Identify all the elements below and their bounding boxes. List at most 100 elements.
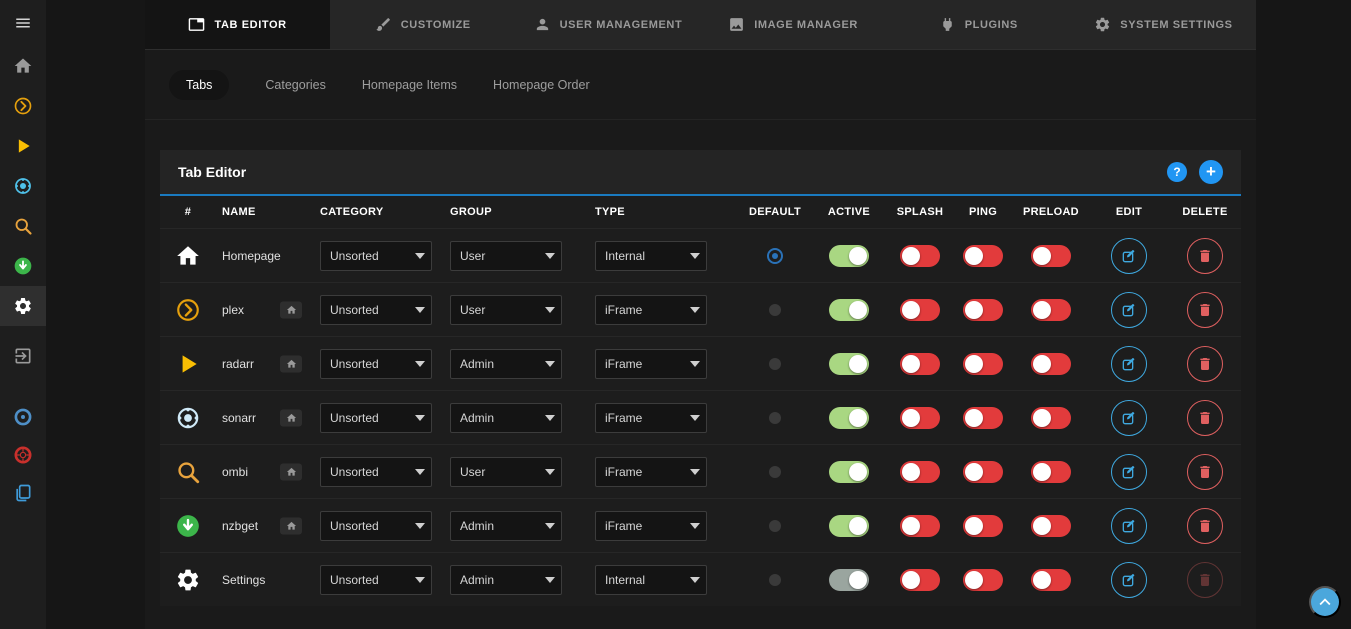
preload-toggle[interactable]	[1031, 299, 1071, 321]
delete-button[interactable]	[1187, 400, 1223, 436]
type-select[interactable]: iFrame	[595, 403, 707, 433]
subnav-tabs[interactable]: Tabs	[169, 70, 229, 100]
active-toggle[interactable]	[829, 299, 869, 321]
subnav-categories[interactable]: Categories	[265, 70, 325, 100]
active-toggle[interactable]	[829, 461, 869, 483]
group-select[interactable]: User	[450, 457, 562, 487]
delete-button[interactable]	[1187, 454, 1223, 490]
active-toggle[interactable]	[829, 569, 869, 591]
sidebar-item-settings[interactable]	[0, 286, 46, 326]
splash-toggle[interactable]	[900, 407, 940, 429]
splash-toggle[interactable]	[900, 515, 940, 537]
type-select[interactable]: Internal	[595, 565, 707, 595]
tab-tab-editor[interactable]: TAB EDITOR	[145, 0, 330, 49]
sidebar-item-support[interactable]	[0, 436, 46, 474]
edit-button[interactable]	[1111, 454, 1147, 490]
type-select[interactable]: iFrame	[595, 457, 707, 487]
group-select[interactable]: Admin	[450, 403, 562, 433]
sidebar-item-docs[interactable]	[0, 474, 46, 512]
sidebar-item-organizr[interactable]	[0, 398, 46, 436]
preload-toggle[interactable]	[1031, 461, 1071, 483]
group-select[interactable]: User	[450, 241, 562, 271]
active-toggle[interactable]	[829, 515, 869, 537]
preload-toggle[interactable]	[1031, 515, 1071, 537]
type-select[interactable]: iFrame	[595, 295, 707, 325]
tab-name: ombi	[222, 465, 248, 479]
ping-toggle[interactable]	[963, 461, 1003, 483]
group-select[interactable]: Admin	[450, 349, 562, 379]
delete-button[interactable]	[1187, 346, 1223, 382]
type-select[interactable]: iFrame	[595, 349, 707, 379]
active-cell	[810, 407, 888, 429]
default-radio[interactable]	[769, 412, 781, 424]
group-select[interactable]: Admin	[450, 565, 562, 595]
tab-customize[interactable]: CUSTOMIZE	[330, 0, 515, 49]
category-select[interactable]: Unsorted	[320, 457, 432, 487]
tab-user-management[interactable]: USER MANAGEMENT	[515, 0, 700, 49]
tab-system-settings[interactable]: SYSTEM SETTINGS	[1071, 0, 1256, 49]
subnav-homepage-order[interactable]: Homepage Order	[493, 70, 590, 100]
active-toggle[interactable]	[829, 353, 869, 375]
edit-button[interactable]	[1111, 238, 1147, 274]
ping-toggle[interactable]	[963, 407, 1003, 429]
menu-button[interactable]	[0, 0, 46, 46]
group-cell: User	[445, 457, 585, 487]
type-select[interactable]: Internal	[595, 241, 707, 271]
ping-toggle[interactable]	[963, 569, 1003, 591]
delete-button[interactable]	[1187, 238, 1223, 274]
category-select[interactable]: Unsorted	[320, 295, 432, 325]
edit-button[interactable]	[1111, 508, 1147, 544]
subnav-homepage-items[interactable]: Homepage Items	[362, 70, 457, 100]
ping-toggle[interactable]	[963, 353, 1003, 375]
category-select[interactable]: Unsorted	[320, 241, 432, 271]
delete-button[interactable]	[1187, 292, 1223, 328]
tab-image-manager[interactable]: IMAGE MANAGER	[701, 0, 886, 49]
splash-toggle[interactable]	[900, 461, 940, 483]
preload-toggle[interactable]	[1031, 353, 1071, 375]
category-select[interactable]: Unsorted	[320, 403, 432, 433]
sidebar-item-nzbget[interactable]	[0, 246, 46, 286]
edit-button[interactable]	[1111, 346, 1147, 382]
edit-button[interactable]	[1111, 292, 1147, 328]
sidebar-item-logout[interactable]	[0, 336, 46, 376]
home-icon	[286, 358, 297, 369]
splash-toggle[interactable]	[900, 245, 940, 267]
delete-button[interactable]	[1187, 508, 1223, 544]
group-select[interactable]: Admin	[450, 511, 562, 541]
sidebar-item-home[interactable]	[0, 46, 46, 86]
ping-toggle[interactable]	[963, 245, 1003, 267]
tab-plugins[interactable]: PLUGINS	[886, 0, 1071, 49]
group-select[interactable]: User	[450, 295, 562, 325]
default-radio[interactable]	[769, 520, 781, 532]
preload-toggle[interactable]	[1031, 569, 1071, 591]
ping-toggle[interactable]	[963, 515, 1003, 537]
help-button[interactable]: ?	[1167, 162, 1187, 182]
scroll-to-top-button[interactable]	[1309, 586, 1341, 618]
active-toggle[interactable]	[829, 407, 869, 429]
preload-toggle[interactable]	[1031, 245, 1071, 267]
type-select[interactable]: iFrame	[595, 511, 707, 541]
sidebar-item-ombi[interactable]	[0, 206, 46, 246]
preload-toggle[interactable]	[1031, 407, 1071, 429]
default-radio[interactable]	[769, 574, 781, 586]
category-select[interactable]: Unsorted	[320, 511, 432, 541]
default-radio[interactable]	[769, 304, 781, 316]
sidebar-item-sonarr[interactable]	[0, 166, 46, 206]
sidebar-item-radarr[interactable]	[0, 126, 46, 166]
default-radio[interactable]	[767, 248, 783, 264]
category-select[interactable]: Unsorted	[320, 349, 432, 379]
splash-toggle[interactable]	[900, 353, 940, 375]
splash-toggle[interactable]	[900, 569, 940, 591]
ping-toggle-knob	[965, 409, 983, 427]
default-radio[interactable]	[769, 358, 781, 370]
add-tab-button[interactable]: +	[1199, 160, 1223, 184]
ping-toggle[interactable]	[963, 299, 1003, 321]
sidebar-item-plex[interactable]	[0, 86, 46, 126]
active-toggle[interactable]	[829, 245, 869, 267]
splash-toggle[interactable]	[900, 299, 940, 321]
edit-button[interactable]	[1111, 400, 1147, 436]
edit-button[interactable]	[1111, 562, 1147, 598]
tab-label: CUSTOMIZE	[401, 19, 471, 31]
category-select[interactable]: Unsorted	[320, 565, 432, 595]
default-radio[interactable]	[769, 466, 781, 478]
